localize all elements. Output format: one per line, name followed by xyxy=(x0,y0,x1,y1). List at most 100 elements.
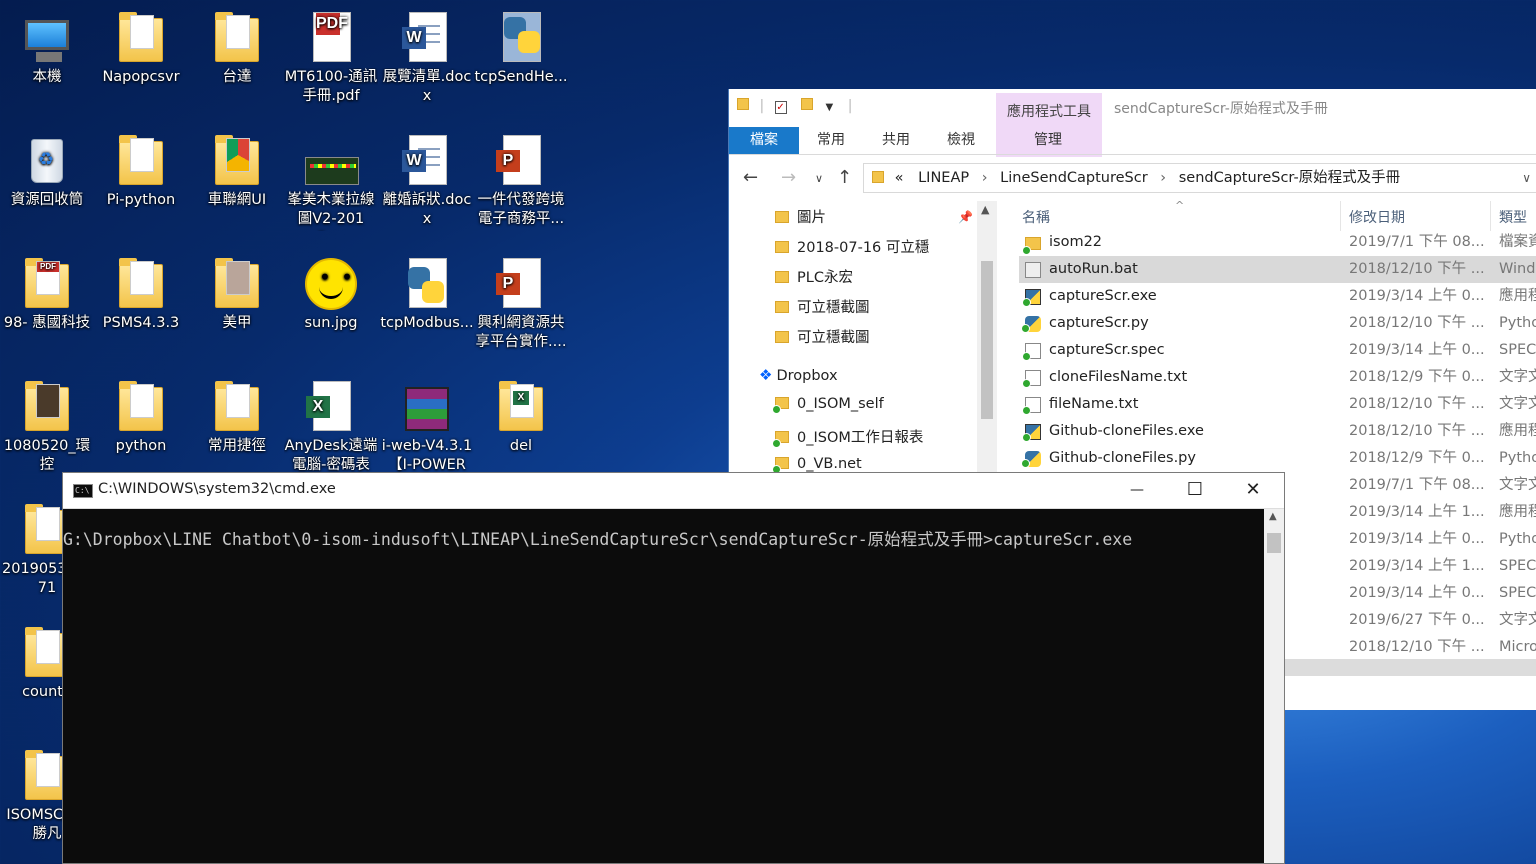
breadcrumb-lineap[interactable]: LINEAP xyxy=(918,170,969,186)
cmd-scrollbar[interactable]: ▲ xyxy=(1264,509,1284,863)
desktop-icon-this-pc[interactable]: 本機 xyxy=(0,10,94,87)
desktop-icon-sun-jpg[interactable]: sun.jpg xyxy=(284,256,378,333)
desktop-icon-pi-python[interactable]: Pi-python xyxy=(94,133,188,210)
column-divider[interactable] xyxy=(1490,201,1491,231)
nav-item-isom-self[interactable]: 0_ISOM_self xyxy=(772,396,884,414)
tab-file[interactable]: 檔案 xyxy=(729,127,799,154)
address-dropdown-chevron-icon[interactable]: ∨ xyxy=(1522,164,1531,192)
close-button[interactable]: ✕ xyxy=(1224,473,1282,509)
desktop-icon-xingli-pptx[interactable]: P 興利網資源共享平台實作.... xyxy=(474,256,568,352)
sync-check-icon xyxy=(1022,379,1031,388)
file-row[interactable]: Github-cloneFiles.exe 2018/12/10 下午 ... 應用… xyxy=(1019,418,1536,445)
desktop-icon-psms433[interactable]: PSMS4.3.3 xyxy=(94,256,188,333)
sync-check-icon xyxy=(1021,459,1030,468)
new-folder-icon[interactable] xyxy=(801,98,814,110)
desktop-icon-python[interactable]: python xyxy=(94,379,188,456)
desktop-icon-recycle-bin[interactable]: 資源回收筒 xyxy=(0,133,94,210)
desktop-icon-1080520[interactable]: 1080520_環控 xyxy=(0,379,94,475)
nav-item-pictures[interactable]: 圖片 xyxy=(775,206,826,227)
column-header-date[interactable]: 修改日期 xyxy=(1349,207,1405,227)
forward-arrow-icon[interactable]: → xyxy=(781,167,796,188)
desktop-icon-i-web-rar[interactable]: i-web-V4.3.1【I-POWER xyxy=(380,379,474,475)
file-row[interactable]: captureScr.spec 2019/3/14 上午 0... SPEC xyxy=(1019,337,1536,364)
quick-access-toolbar[interactable]: | ✓ ▼ | xyxy=(737,98,852,114)
recent-locations-chevron-icon[interactable]: ∨ xyxy=(815,172,823,185)
column-header-name[interactable]: 名稱 xyxy=(1022,207,1050,227)
desktop-icon-divorce-docx[interactable]: W 離婚訴狀.docx xyxy=(380,133,474,229)
nav-item-isom-daily-report[interactable]: 0_ISOM工作日報表 xyxy=(772,426,923,448)
desktop-icon-nails[interactable]: 美甲 xyxy=(190,256,284,333)
nav-item-2018-07-16[interactable]: 2018-07-16 可立穩 xyxy=(775,236,929,257)
python-file-icon xyxy=(399,256,455,312)
file-row[interactable]: cloneFilesName.txt 2018/12/9 下午 0... 文字文 xyxy=(1019,364,1536,391)
console-output[interactable]: G:\Dropbox\LINE Chatbot\0-isom-indusoft\… xyxy=(63,509,1264,863)
up-arrow-icon[interactable]: ↑ xyxy=(837,167,852,188)
desktop-icon-tcpsendhe[interactable]: tcpSendHe... xyxy=(474,10,568,87)
customize-toolbar-icon[interactable]: ▼ xyxy=(826,102,834,113)
breadcrumb-linesendcapturescr[interactable]: LineSendCaptureScr xyxy=(1000,170,1148,186)
file-type: 文字文 xyxy=(1499,396,1536,412)
txt-file-icon xyxy=(1022,343,1041,361)
properties-icon[interactable]: ✓ xyxy=(774,101,787,114)
desktop-icon-98-huiguo[interactable]: PDF 98- 惠國科技 xyxy=(0,256,94,333)
file-row[interactable]: captureScr.exe 2019/3/14 上午 0... 應用程 xyxy=(1019,283,1536,310)
desktop-icon-del[interactable]: X del xyxy=(474,379,568,456)
command-prompt-window[interactable]: C:\ C:\WINDOWS\system32\cmd.exe — ☐ ✕ G:… xyxy=(62,472,1285,864)
tab-view[interactable]: 檢視 xyxy=(939,127,983,154)
breadcrumb-current-folder[interactable]: sendCaptureScr-原始程式及手冊 xyxy=(1179,170,1400,186)
desktop-icon-iov-ui[interactable]: 車聯網UI xyxy=(190,133,284,210)
desktop-icon-mt6100-pdf[interactable]: PDF MT6100-通訊手冊.pdf xyxy=(284,10,378,106)
file-row[interactable]: autoRun.bat 2018/12/10 下午 ... Wind xyxy=(1019,256,1536,283)
desktop-icon-label: Napopcsvr xyxy=(102,69,180,85)
scroll-up-arrow-icon[interactable]: ▲ xyxy=(981,203,989,216)
tab-manage[interactable]: 管理 xyxy=(1021,127,1075,154)
desktop-icon-ecommerce-pptx[interactable]: P 一件代發跨境電子商務平... xyxy=(474,133,568,229)
overflow-crumb[interactable]: « xyxy=(895,170,904,186)
file-type: 應用程 xyxy=(1499,504,1536,520)
back-arrow-icon[interactable]: ← xyxy=(743,167,758,188)
file-row[interactable]: Github-cloneFiles.py 2018/12/9 下午 0... Pyt… xyxy=(1019,445,1536,472)
folder-icon xyxy=(775,241,789,253)
column-header-type[interactable]: 類型 xyxy=(1499,207,1527,227)
nav-item-plc[interactable]: PLC永宏 xyxy=(775,266,853,287)
py-file-icon xyxy=(1021,316,1041,333)
cmd-title-bar[interactable]: C:\ C:\WINDOWS\system32\cmd.exe — ☐ ✕ xyxy=(63,473,1284,509)
tab-share[interactable]: 共用 xyxy=(874,127,918,154)
scrollbar-thumb[interactable] xyxy=(1267,533,1281,553)
nav-item-dropbox[interactable]: ❖ Dropbox xyxy=(759,366,838,384)
desktop-icon-napopcsvr[interactable]: Napopcsvr xyxy=(94,10,188,87)
address-bar[interactable]: « LINEAP › LineSendCaptureScr › sendCapt… xyxy=(863,163,1536,193)
desktop-icon-tcpmodbus[interactable]: tcpModbus... xyxy=(380,256,474,333)
nav-item-screenshots-2[interactable]: 可立穩截圖 xyxy=(775,326,870,347)
pdf-file-icon: PDF xyxy=(303,10,359,66)
nav-item-screenshots-1[interactable]: 可立穩截圖 xyxy=(775,296,870,317)
file-row[interactable]: captureScr.py 2018/12/10 下午 ... Pytho xyxy=(1019,310,1536,337)
file-type: 檔案資 xyxy=(1499,234,1536,250)
explorer-title-bar[interactable]: | ✓ ▼ | 應用程式工具 sendCaptureScr-原始程式及手冊 xyxy=(729,89,1536,157)
scrollbar-thumb[interactable] xyxy=(981,261,993,419)
folder-icon xyxy=(113,256,169,312)
chevron-right-icon[interactable]: › xyxy=(1160,170,1166,186)
minimize-button[interactable]: — xyxy=(1108,473,1166,509)
folder-icon xyxy=(737,98,749,110)
file-name: Github-cloneFiles.exe xyxy=(1049,423,1204,439)
pin-icon[interactable]: 📌 xyxy=(958,210,973,224)
file-row[interactable]: fileName.txt 2018/12/10 下午 ... 文字文 xyxy=(1019,391,1536,418)
desktop-icon-anydesk-xlsx[interactable]: X AnyDesk遠端電腦-密碼表 xyxy=(284,379,378,475)
nav-item-vbnet[interactable]: 0_VB.net xyxy=(772,456,862,474)
file-row[interactable]: isom22 2019/7/1 下午 08... 檔案資 xyxy=(1019,229,1536,256)
sort-ascending-icon: ^ xyxy=(1175,201,1185,212)
sync-check-icon xyxy=(1022,406,1031,415)
tab-home[interactable]: 常用 xyxy=(809,127,853,154)
desktop-icon-wiring-diagram[interactable]: 峯美木業拉線圖V2-2019.... xyxy=(284,133,378,231)
desktop-icon-label: 98- 惠國科技 xyxy=(3,315,91,331)
chevron-right-icon[interactable]: › xyxy=(982,170,988,186)
desktop-icon-delta[interactable]: 台達 xyxy=(190,10,284,87)
desktop-icon-shortcuts[interactable]: 常用捷徑 xyxy=(190,379,284,456)
desktop-icon-exhibition-docx[interactable]: W 展覽清單.docx xyxy=(380,10,474,106)
scroll-up-arrow-icon[interactable]: ▲ xyxy=(1269,511,1277,522)
file-name: Github-cloneFiles.py xyxy=(1049,450,1196,466)
desktop-icon-label: MT6100-通訊手冊.pdf xyxy=(284,69,378,104)
column-divider[interactable] xyxy=(1340,201,1341,231)
maximize-button[interactable]: ☐ xyxy=(1166,473,1224,509)
